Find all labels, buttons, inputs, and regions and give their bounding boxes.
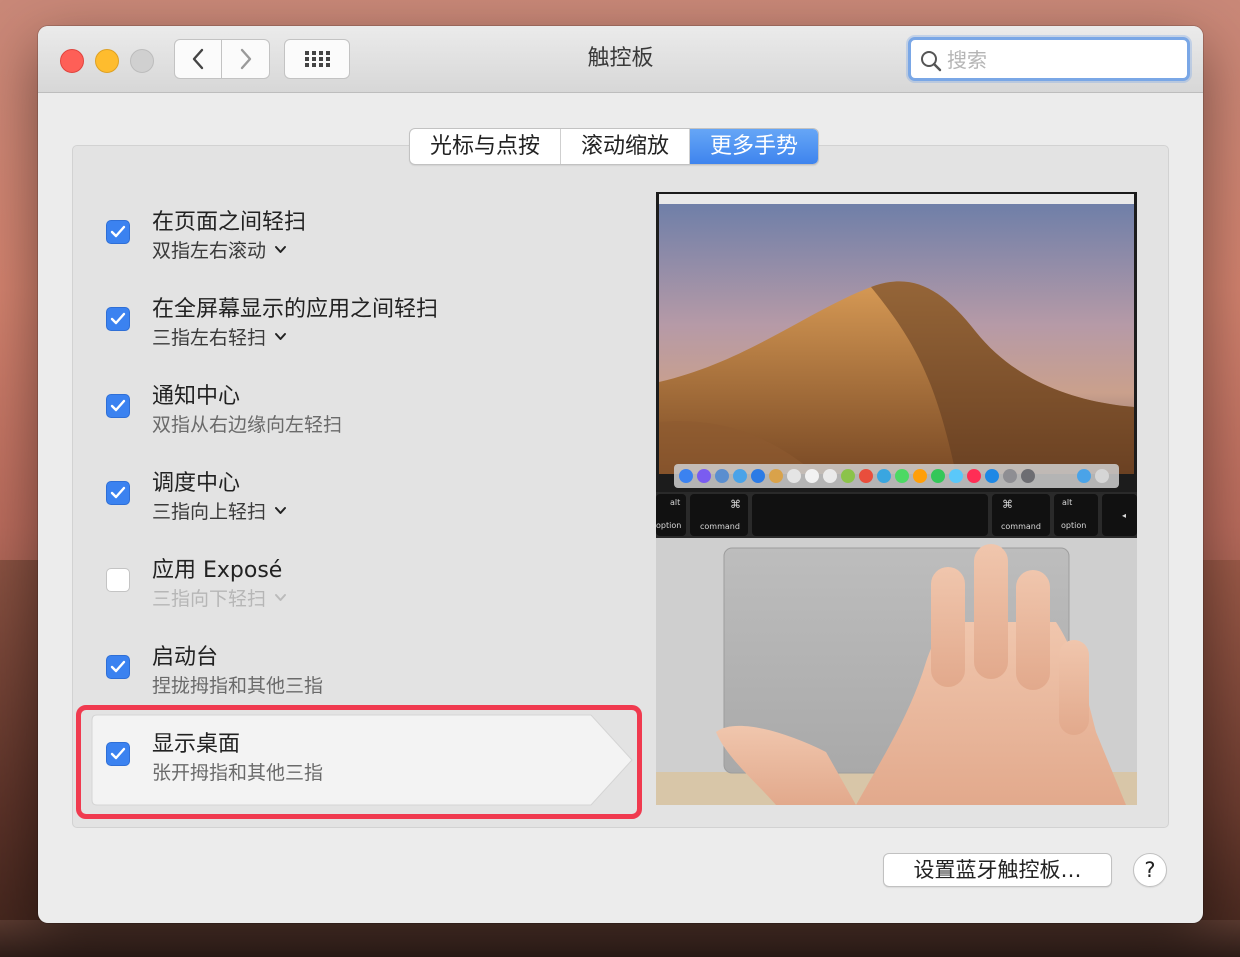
key-label: alt [1062,498,1072,507]
key-label: option [656,521,681,530]
gesture-detail-popup[interactable]: 三指向上轻扫 [152,497,287,524]
macbook-preview-illustration: alt option ⌘ command ⌘ command alt optio… [656,192,1137,805]
gesture-detail: 双指从右边缘向左轻扫 [152,414,343,436]
gesture-detail-popup[interactable]: 双指左右滚动 [152,236,287,263]
title-bar: 触控板 [38,26,1203,93]
search-field[interactable] [908,37,1190,81]
checkbox-swipe-fullscreen-apps[interactable] [106,307,130,331]
preferences-window: 触控板 光标与点按 滚动缩放 更多手势 在页面之间轻扫 双指左右滚动 在全屏幕显… [38,26,1203,923]
key-label: ◂ [1122,511,1126,520]
key-label: option [1061,521,1086,530]
search-input[interactable] [945,44,1179,76]
gesture-row-app-expose: 应用 Exposé 三指向下轻扫 [106,554,626,624]
gesture-row-launchpad: 启动台 捏拢拇指和其他三指 [106,641,626,711]
chevron-down-icon [274,593,287,602]
checkmark-icon [110,399,126,412]
checkbox-launchpad[interactable] [106,655,130,679]
gesture-detail-popup: 三指向下轻扫 [152,584,287,611]
checkbox-notification-center[interactable] [106,394,130,418]
gesture-row-notification-center: 通知中心 双指从右边缘向左轻扫 [106,380,626,450]
key-label: ⌘ [1002,498,1013,511]
key-label: ⌘ [730,498,741,511]
gesture-label: 应用 Exposé [152,558,283,583]
gesture-row-mission-control: 调度中心 三指向上轻扫 [106,467,626,537]
tab-point-click[interactable]: 光标与点按 [410,129,562,164]
key-label: alt [670,498,680,507]
annotation-highlight-box [76,705,642,819]
chevron-down-icon [274,332,287,341]
gesture-preview-video: alt option ⌘ command ⌘ command alt optio… [656,192,1137,805]
gesture-label: 调度中心 [152,471,241,496]
checkmark-icon [110,486,126,499]
checkbox-app-expose[interactable] [106,568,130,592]
key-label: command [1001,522,1041,531]
key-label: command [700,522,740,531]
search-icon [921,51,942,72]
gesture-detail: 三指向上轻扫 [152,501,267,523]
gesture-label: 在全屏幕显示的应用之间轻扫 [152,297,439,322]
gesture-detail-popup[interactable]: 三指左右轻扫 [152,323,287,350]
checkbox-swipe-pages[interactable] [106,220,130,244]
tab-more-gestures[interactable]: 更多手势 [690,129,819,164]
gesture-row-swipe-pages: 在页面之间轻扫 双指左右滚动 [106,206,626,276]
checkmark-icon [110,225,126,238]
checkmark-icon [110,312,126,325]
tab-bar: 光标与点按 滚动缩放 更多手势 [409,128,820,165]
preview-menu-bar [659,194,1134,204]
chevron-down-icon [274,506,287,515]
gesture-label: 在页面之间轻扫 [152,210,307,235]
checkbox-mission-control[interactable] [106,481,130,505]
gesture-label: 通知中心 [152,384,241,409]
gesture-detail: 三指左右轻扫 [152,327,267,349]
desktop-wallpaper-bottom [0,920,1240,957]
gesture-row-swipe-fullscreen-apps: 在全屏幕显示的应用之间轻扫 三指左右轻扫 [106,293,626,363]
setup-bluetooth-trackpad-button[interactable]: 设置蓝牙触控板… [883,853,1112,887]
checkmark-icon [110,660,126,673]
tab-scroll-zoom[interactable]: 滚动缩放 [561,129,691,164]
help-button[interactable]: ? [1133,853,1167,887]
gesture-detail: 双指左右滚动 [152,240,267,262]
gesture-detail: 捏拢拇指和其他三指 [152,675,324,697]
chevron-down-icon [274,245,287,254]
gesture-label: 启动台 [152,645,219,670]
gesture-detail: 三指向下轻扫 [152,588,267,610]
